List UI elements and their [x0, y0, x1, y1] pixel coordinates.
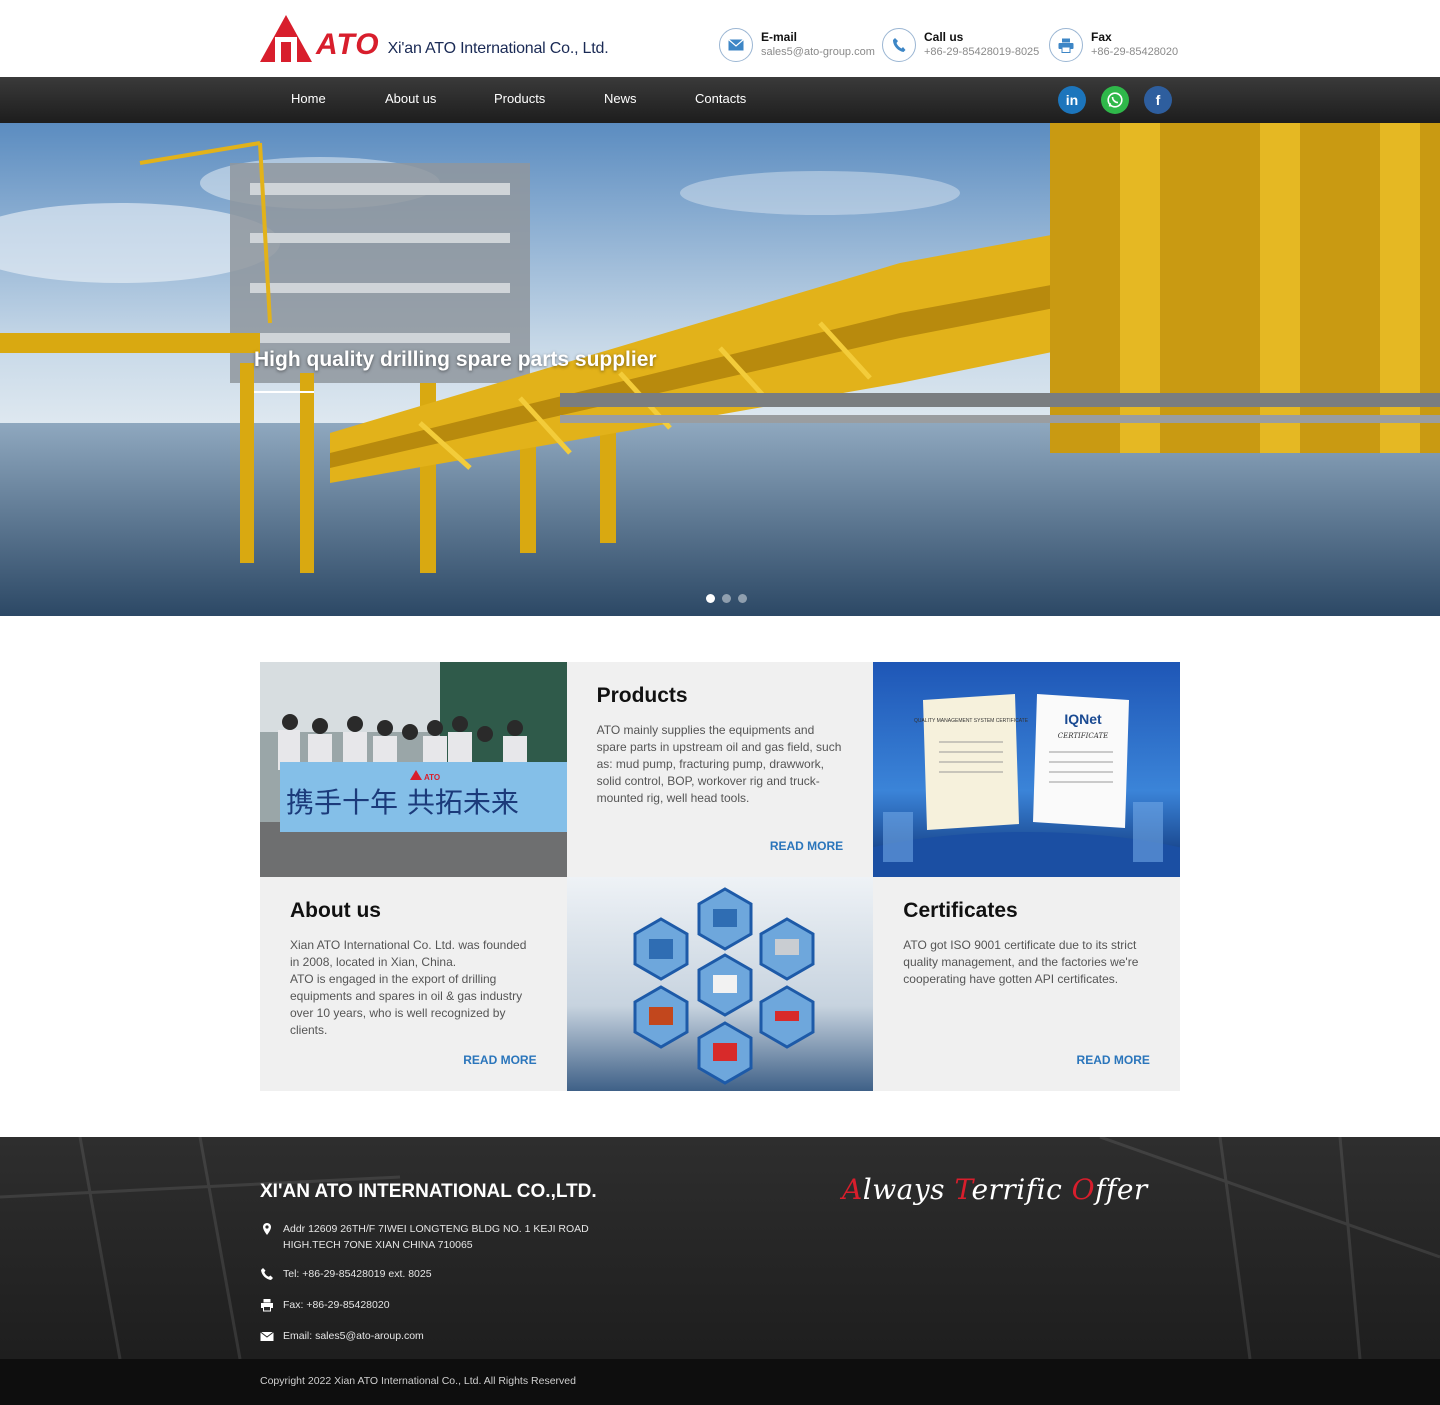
copyright-text: Copyright 2022 Xian ATO International Co… [260, 1375, 576, 1387]
slider-dot-1[interactable] [706, 594, 715, 603]
envelope-icon [719, 28, 753, 62]
products-description: ATO mainly supplies the equipments and s… [596, 723, 842, 805]
site-header: ATO Xi'an ATO International Co., Ltd. E-… [0, 0, 1440, 77]
certificates-card: Certificates ATO got ISO 9001 certificat… [873, 876, 1180, 1091]
fax-contact[interactable]: Fax +86-29-85428020 [1049, 28, 1178, 62]
products-read-more-link[interactable]: READ MORE [770, 839, 843, 853]
feature-grid: 携手十年 共拓未来 ATO Products ATO mainly suppli… [260, 662, 1180, 1091]
footer-slogan: Always Terrific Offer [842, 1173, 1148, 1206]
nav-home[interactable]: Home [291, 91, 326, 106]
phone-icon [882, 28, 916, 62]
nav-contacts[interactable]: Contacts [695, 91, 746, 106]
main-nav: Home About us Products News Contacts in … [0, 77, 1440, 123]
nav-news[interactable]: News [604, 91, 637, 106]
logo-wordmark: ATO [316, 28, 380, 61]
phone-value[interactable]: +86-29-85428019-8025 [924, 45, 1039, 60]
whatsapp-icon[interactable] [1101, 86, 1129, 114]
ato-logo-icon [260, 15, 312, 62]
location-pin-icon [263, 1223, 271, 1235]
banner-logo-text: ATO [424, 773, 440, 782]
banner-calligraphy: 携手十年 共拓未来 [286, 786, 519, 819]
right-certificate-brand: IQNet [1065, 711, 1103, 727]
footer-email: Email: sales5@ato-aroup.com [260, 1328, 424, 1344]
products-hexagon-image [566, 876, 874, 1091]
footer-tel-text[interactable]: Tel: +86-29-85428019 ext. 8025 [283, 1266, 432, 1282]
hero-title: High quality drilling spare parts suppli… [254, 348, 657, 371]
nav-about-us[interactable]: About us [385, 91, 436, 106]
about-title: About us [290, 898, 381, 922]
certificates-description: ATO got ISO 9001 certificate due to its … [903, 937, 1139, 986]
email-value[interactable]: sales5@ato-group.com [761, 45, 875, 60]
site-footer: XI'AN ATO INTERNATIONAL CO.,LTD. Addr 12… [0, 1137, 1440, 1359]
slogan-word-terrific: errific [971, 1173, 1072, 1206]
slogan-word-offer: ffer [1095, 1173, 1148, 1206]
team-photo: 携手十年 共拓未来 ATO [260, 662, 567, 877]
products-title: Products [596, 684, 688, 707]
footer-address-line-2: HIGH.TECH 7ONE XIAN CHINA 710065 [283, 1239, 473, 1251]
facebook-icon[interactable]: f [1144, 86, 1172, 114]
slider-dot-3[interactable] [738, 594, 747, 603]
footer-fax-text: Fax: +86-29-85428020 [283, 1299, 390, 1311]
about-read-more-link[interactable]: READ MORE [463, 1053, 536, 1067]
linkedin-glyph: in [1065, 92, 1079, 108]
offshore-platform-image [0, 123, 1440, 616]
certificates-read-more-link[interactable]: READ MORE [1077, 1053, 1150, 1067]
about-card: About us Xian ATO International Co. Ltd.… [260, 876, 567, 1091]
products-card: Products ATO mainly supplies the equipme… [566, 662, 874, 877]
copyright-bar: Copyright 2022 Xian ATO International Co… [0, 1359, 1440, 1405]
fax-value: +86-29-85428020 [1091, 46, 1179, 58]
right-certificate-title: CERTIFICATE [1058, 732, 1108, 740]
slider-dot-2[interactable] [722, 594, 731, 603]
fax-icon [1049, 28, 1083, 62]
nav-products[interactable]: Products [494, 91, 545, 106]
slogan-initial-t: T [954, 1173, 972, 1206]
about-description-1: Xian ATO International Co. Ltd. was foun… [290, 937, 527, 969]
slider-dots [706, 594, 747, 603]
slogan-initial-a: A [842, 1173, 863, 1206]
hero-title-underline [254, 391, 314, 393]
footer-tel: Tel: +86-29-85428019 ext. 8025 [260, 1266, 432, 1282]
site-logo[interactable]: ATO Xi'an ATO International Co., Ltd. [260, 14, 609, 62]
slogan-initial-o: O [1071, 1173, 1096, 1206]
facebook-glyph: f [1155, 92, 1161, 108]
phone-label: Call us [924, 30, 964, 44]
fax-icon [261, 1299, 273, 1312]
hero-banner: High quality drilling spare parts suppli… [0, 123, 1440, 616]
footer-fax: Fax: +86-29-85428020 [260, 1297, 390, 1313]
slogan-word-always: lways [862, 1173, 955, 1206]
left-certificate-title: QUALITY MANAGEMENT SYSTEM CERTIFICATE [914, 718, 1029, 724]
footer-email-text[interactable]: Email: sales5@ato-aroup.com [283, 1328, 424, 1344]
company-name: Xi'an ATO International Co., Ltd. [387, 40, 609, 57]
fax-label: Fax [1091, 30, 1112, 44]
footer-company-name: XI'AN ATO INTERNATIONAL CO.,LTD. [260, 1181, 597, 1202]
phone-icon [261, 1268, 273, 1280]
email-label: E-mail [761, 30, 798, 44]
about-description-2: ATO is engaged in the export of drilling… [290, 971, 523, 1037]
footer-address: Addr 12609 26TH/F 7IWEI LONGTENG BLDG NO… [260, 1221, 589, 1253]
footer-address-line-1: Addr 12609 26TH/F 7IWEI LONGTENG BLDG NO… [283, 1223, 589, 1235]
certificates-title: Certificates [903, 898, 1018, 922]
certificates-photo: QUALITY MANAGEMENT SYSTEM CERTIFICATE IQ… [873, 662, 1180, 877]
phone-contact[interactable]: Call us +86-29-85428019-8025 [882, 28, 1039, 62]
email-contact[interactable]: E-mail sales5@ato-group.com [719, 28, 875, 62]
footer-background-image [0, 1137, 1440, 1359]
envelope-icon [260, 1331, 274, 1341]
linkedin-icon[interactable]: in [1058, 86, 1086, 114]
